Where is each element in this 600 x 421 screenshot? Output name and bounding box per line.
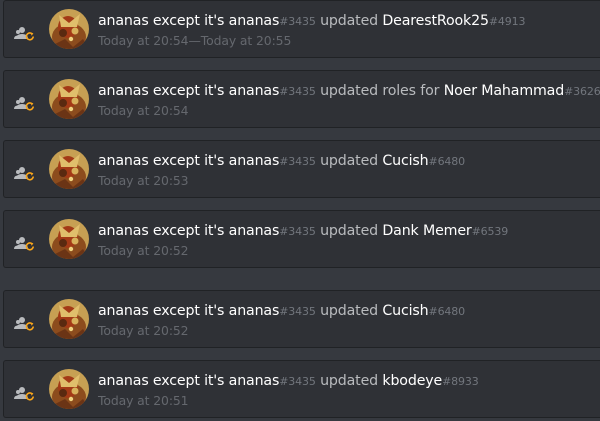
entry-title: ananas except it's ananas#3435 updated D… bbox=[98, 222, 508, 241]
timestamp: Today at 20:52 bbox=[98, 323, 189, 338]
timestamp: Today at 20:53 bbox=[98, 173, 189, 188]
actor-name[interactable]: ananas except it's ananas bbox=[98, 83, 279, 99]
avatar[interactable] bbox=[49, 149, 89, 189]
timestamp: Today at 20:51 bbox=[98, 393, 189, 408]
audit-log-entry[interactable]: ananas except it's ananas#3435 updated r… bbox=[3, 70, 600, 128]
target-discriminator: #6539 bbox=[471, 225, 509, 238]
target-name[interactable]: Dank Memer bbox=[382, 223, 471, 239]
actor-discriminator: #3435 bbox=[279, 305, 316, 318]
audit-log-entry[interactable]: ananas except it's ananas#3435 updated C… bbox=[3, 140, 600, 198]
actor-name[interactable]: ananas except it's ananas bbox=[98, 303, 279, 319]
timestamp: Today at 20:54—Today at 20:55 bbox=[98, 33, 292, 48]
audit-log-entry[interactable]: ananas except it's ananas#3435 updated C… bbox=[3, 290, 600, 348]
entry-title: ananas except it's ananas#3435 updated C… bbox=[98, 302, 465, 321]
avatar[interactable] bbox=[49, 219, 89, 259]
action-text: updated bbox=[320, 303, 379, 319]
actor-name[interactable]: ananas except it's ananas bbox=[98, 13, 279, 29]
actor-name[interactable]: ananas except it's ananas bbox=[98, 223, 279, 239]
actor-name[interactable]: ananas except it's ananas bbox=[98, 373, 279, 389]
entry-title: ananas except it's ananas#3435 updated k… bbox=[98, 372, 479, 391]
action-text: updated bbox=[320, 13, 379, 29]
target-discriminator: #8933 bbox=[442, 375, 479, 388]
target-name[interactable]: Cucish bbox=[382, 303, 428, 319]
actor-discriminator: #3435 bbox=[279, 225, 316, 238]
target-name[interactable]: kbodeye bbox=[382, 373, 442, 389]
actor-discriminator: #3435 bbox=[279, 85, 316, 98]
target-discriminator: #6480 bbox=[428, 155, 466, 168]
entry-title: ananas except it's ananas#3435 updated C… bbox=[98, 152, 465, 171]
member-update-icon bbox=[14, 96, 36, 112]
action-text: updated bbox=[320, 373, 379, 389]
actor-name[interactable]: ananas except it's ananas bbox=[98, 153, 279, 169]
timestamp: Today at 20:52 bbox=[98, 243, 189, 258]
action-text: updated bbox=[320, 223, 379, 239]
entry-title: ananas except it's ananas#3435 updated r… bbox=[98, 82, 600, 101]
actor-discriminator: #3435 bbox=[279, 155, 316, 168]
action-text: updated roles for bbox=[320, 83, 440, 99]
member-update-icon bbox=[14, 386, 36, 402]
member-update-icon bbox=[14, 236, 36, 252]
action-text: updated bbox=[320, 153, 379, 169]
avatar[interactable] bbox=[49, 369, 89, 409]
target-name[interactable]: Noer Mahammad bbox=[444, 83, 565, 99]
member-update-icon bbox=[14, 316, 36, 332]
entry-title: ananas except it's ananas#3435 updated D… bbox=[98, 12, 525, 31]
actor-discriminator: #3435 bbox=[279, 375, 316, 388]
actor-discriminator: #3435 bbox=[279, 15, 316, 28]
timestamp: Today at 20:54 bbox=[98, 103, 189, 118]
avatar[interactable] bbox=[49, 299, 89, 339]
target-discriminator: #6480 bbox=[428, 305, 466, 318]
member-update-icon bbox=[14, 166, 36, 182]
avatar[interactable] bbox=[49, 9, 89, 49]
target-name[interactable]: DearestRook25 bbox=[382, 13, 489, 29]
target-discriminator: #4913 bbox=[488, 15, 526, 28]
avatar[interactable] bbox=[49, 79, 89, 119]
target-name[interactable]: Cucish bbox=[382, 153, 428, 169]
audit-log-entry[interactable]: ananas except it's ananas#3435 updated k… bbox=[3, 360, 600, 418]
audit-log-entry[interactable]: ananas except it's ananas#3435 updated D… bbox=[3, 210, 600, 268]
audit-log-entry[interactable]: ananas except it's ananas#3435 updated D… bbox=[3, 0, 600, 58]
member-update-icon bbox=[14, 26, 36, 42]
target-discriminator: #3626 bbox=[564, 85, 600, 98]
